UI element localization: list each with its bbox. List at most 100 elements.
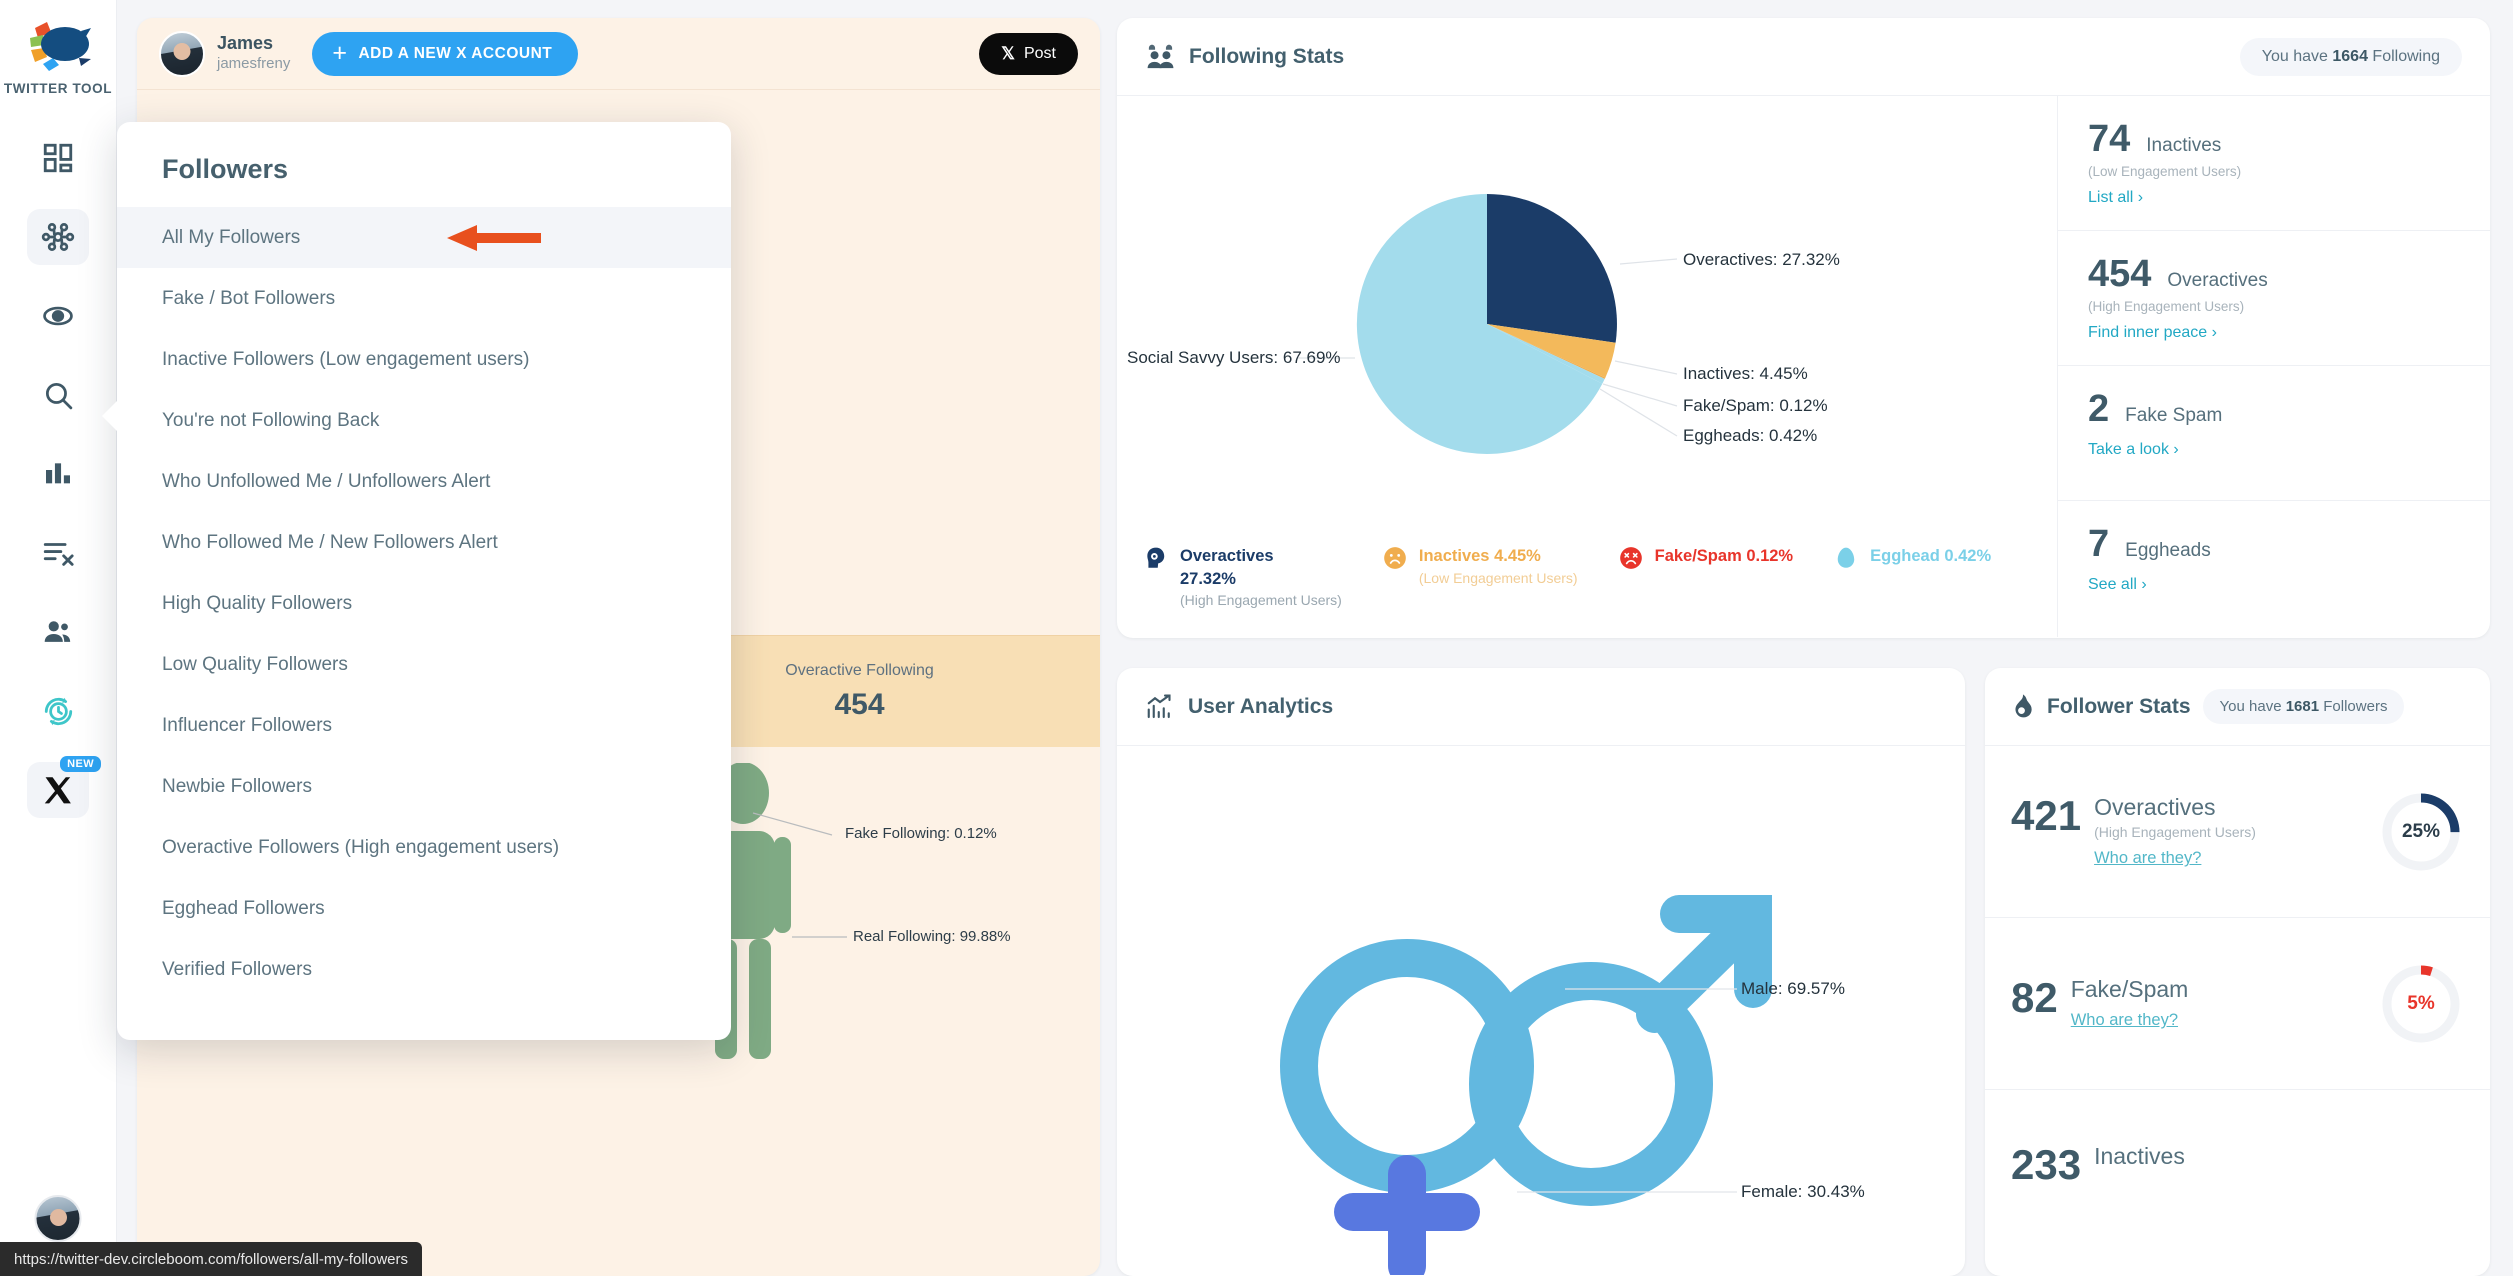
menu-item-high-quality-followers[interactable]: High Quality Followers bbox=[117, 573, 731, 634]
eye-icon bbox=[43, 306, 73, 326]
menu-item-egghead-followers[interactable]: Egghead Followers bbox=[117, 878, 731, 939]
legend-item-inactives: Inactives 4.45% (Low Engagement Users) bbox=[1382, 545, 1578, 588]
sidebar-item-unfollow[interactable] bbox=[27, 525, 89, 581]
menu-item-who-followed-me[interactable]: Who Followed Me / New Followers Alert bbox=[117, 512, 731, 573]
menu-item-label: High Quality Followers bbox=[162, 592, 353, 614]
side-link-list-all[interactable]: List all › bbox=[2088, 189, 2143, 207]
followers-dropdown-menu: Followers All My Followers Fake / Bot Fo… bbox=[102, 122, 731, 1040]
user-avatar-sidebar[interactable] bbox=[34, 1195, 82, 1242]
plus-icon: + bbox=[332, 39, 348, 67]
menu-item-who-unfollowed-me[interactable]: Who Unfollowed Me / Unfollowers Alert bbox=[117, 451, 731, 512]
menu-item-all-my-followers[interactable]: All My Followers bbox=[117, 207, 731, 268]
side-name: Overactives bbox=[2167, 270, 2268, 291]
side-row-eggheads: 7 Eggheads See all › bbox=[2058, 501, 2490, 636]
menu-item-fake-bot-followers[interactable]: Fake / Bot Followers bbox=[117, 268, 731, 329]
sidebar-item-scheduler[interactable] bbox=[27, 683, 89, 739]
stat-value: 454 bbox=[834, 687, 885, 721]
sidebar-item-search[interactable] bbox=[27, 367, 89, 423]
side-number: 7 bbox=[2088, 523, 2110, 565]
bar-chart-icon bbox=[46, 463, 70, 484]
menu-item-newbie-followers[interactable]: Newbie Followers bbox=[117, 756, 731, 817]
follower-row-inactives: 233 Inactives bbox=[1985, 1090, 2490, 1240]
people-pair-icon bbox=[1147, 44, 1174, 69]
follower-name: Overactives bbox=[2094, 793, 2216, 820]
people-icon bbox=[44, 621, 71, 642]
pill-prefix: You have bbox=[2261, 47, 2333, 65]
follower-number: 82 bbox=[2011, 973, 2058, 1021]
pie-label-eggheads: Eggheads: 0.42% bbox=[1683, 426, 1818, 445]
pie-label-inactives: Inactives: 4.45% bbox=[1683, 364, 1808, 383]
menu-item-overactive-followers[interactable]: Overactive Followers (High engagement us… bbox=[117, 817, 731, 878]
menu-item-verified-followers[interactable]: Verified Followers bbox=[117, 939, 731, 1000]
menu-item-influencer-followers[interactable]: Influencer Followers bbox=[117, 695, 731, 756]
avatar bbox=[159, 30, 205, 77]
following-stats-card: Following Stats You have 1664 Following bbox=[1117, 18, 2490, 638]
menu-item-not-following-back[interactable]: You're not Following Back bbox=[117, 390, 731, 451]
card-title: Follower Stats bbox=[2047, 694, 2191, 718]
follower-row-fake-spam: 82 Fake/Spam Who are they? 5% bbox=[1985, 918, 2490, 1090]
stat-label: Overactive Following bbox=[785, 661, 934, 679]
menu-item-inactive-followers[interactable]: Inactive Followers (Low engagement users… bbox=[117, 329, 731, 390]
follower-number: 421 bbox=[2011, 791, 2082, 839]
side-row-overactives: 454 Overactives (High Engagement Users) … bbox=[2058, 231, 2490, 366]
sidebar-item-analytics[interactable] bbox=[27, 446, 89, 502]
egg-icon bbox=[1837, 548, 1855, 569]
menu-item-label: Egghead Followers bbox=[162, 897, 325, 919]
follower-count-pill: You have 1681 Followers bbox=[2202, 689, 2405, 724]
menu-item-low-quality-followers[interactable]: Low Quality Followers bbox=[117, 634, 731, 695]
brand: TWITTER TOOL bbox=[4, 14, 112, 96]
menu-item-label: Who Followed Me / New Followers Alert bbox=[162, 531, 498, 553]
menu-item-label: You're not Following Back bbox=[162, 409, 380, 431]
donut-percent: 25% bbox=[2401, 820, 2441, 842]
who-are-they-link[interactable]: Who are they? bbox=[2071, 1011, 2178, 1030]
brand-name: TWITTER TOOL bbox=[3, 81, 113, 96]
post-label: Post bbox=[1023, 44, 1056, 62]
side-name: Fake Spam bbox=[2125, 405, 2223, 426]
sad-face-icon bbox=[1384, 547, 1406, 570]
following-stats-body: Overactives: 27.32% Inactives: 4.45% Fak… bbox=[1117, 96, 2490, 637]
legend-sub: (High Engagement Users) bbox=[1180, 592, 1342, 608]
list-remove-icon bbox=[43, 543, 74, 566]
following-side-stats: 74 Inactives (Low Engagement Users) List… bbox=[2058, 96, 2490, 637]
x-logo-icon bbox=[44, 776, 71, 803]
sidebar: TWITTER TOOL NEW bbox=[0, 0, 117, 1276]
legend-item-fakespam: Fake/Spam 0.12% bbox=[1618, 545, 1793, 571]
sidebar-item-dashboard[interactable] bbox=[27, 130, 89, 186]
gender-chart: Male: 69.57% Female: 30.43% bbox=[1117, 746, 1965, 1275]
follower-name: Fake/Spam bbox=[2070, 975, 2189, 1002]
sidebar-item-x-tools[interactable]: NEW bbox=[27, 756, 101, 818]
menu-item-label: Fake / Bot Followers bbox=[162, 287, 336, 309]
following-pie-legend: Overactives 27.32% (High Engagement User… bbox=[1143, 545, 1991, 611]
line-chart-icon bbox=[1147, 693, 1171, 718]
side-name: Eggheads bbox=[2125, 540, 2211, 561]
sidebar-item-network[interactable] bbox=[27, 209, 89, 265]
follower-name: Inactives bbox=[2094, 1143, 2185, 1169]
flame-icon bbox=[2015, 694, 2032, 718]
who-are-they-link[interactable]: Who are they? bbox=[2094, 849, 2201, 868]
follower-stats-header: Follower Stats You have 1681 Followers bbox=[1985, 668, 2490, 746]
menu-item-label: Influencer Followers bbox=[162, 714, 333, 736]
sidebar-item-watch[interactable] bbox=[27, 288, 89, 344]
legend-item-egghead: Egghead 0.42% bbox=[1833, 545, 1991, 571]
add-new-x-account-button[interactable]: + ADD A NEW X ACCOUNT bbox=[312, 31, 579, 76]
network-nodes-icon bbox=[41, 223, 75, 251]
dead-face-icon bbox=[1619, 547, 1642, 570]
account-display-name: James bbox=[217, 33, 274, 54]
post-button[interactable]: 𝕏 Post bbox=[979, 32, 1078, 75]
menu-item-label: Newbie Followers bbox=[162, 775, 312, 797]
legend-value: 27.32% bbox=[1180, 569, 1236, 588]
side-link-find-inner-peace[interactable]: Find inner peace › bbox=[2088, 324, 2217, 342]
card-title: User Analytics bbox=[1188, 694, 1334, 718]
side-link-see-all[interactable]: See all › bbox=[2088, 576, 2147, 594]
pill-suffix: Following bbox=[2367, 47, 2440, 65]
dashboard-grid-icon bbox=[43, 143, 73, 173]
following-count-pill: You have 1664 Following bbox=[2239, 37, 2462, 76]
sidebar-item-users[interactable] bbox=[27, 604, 89, 660]
twitter-tool-logo-icon bbox=[21, 14, 95, 76]
search-icon bbox=[45, 382, 72, 409]
legend-sub: (Low Engagement Users) bbox=[1418, 569, 1578, 586]
side-link-take-a-look[interactable]: Take a look › bbox=[2088, 441, 2179, 459]
pill-suffix: Followers bbox=[2319, 698, 2388, 715]
sidebar-nav: NEW bbox=[0, 130, 116, 818]
overactives-donut-chart: 25% bbox=[2378, 789, 2464, 875]
